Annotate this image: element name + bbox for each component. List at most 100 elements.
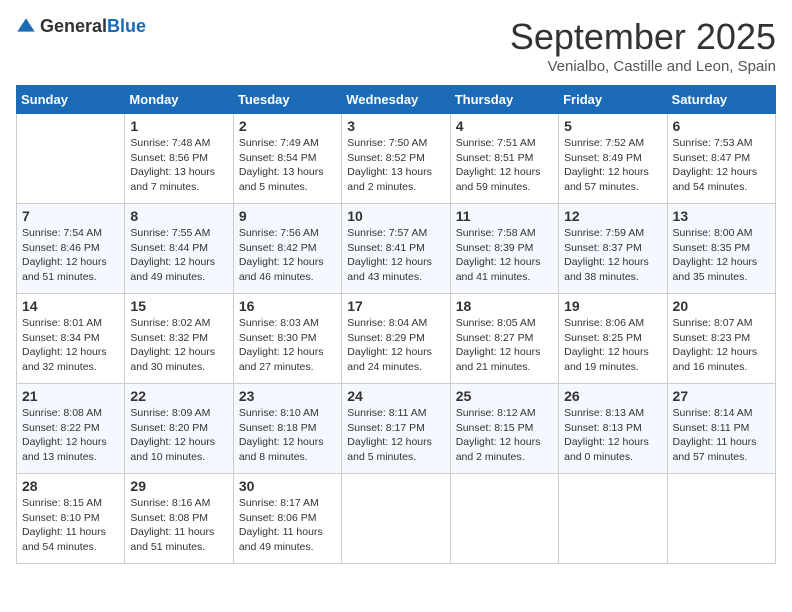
calendar-day-cell: 16 Sunrise: 8:03 AM Sunset: 8:30 PM Dayli…	[233, 294, 341, 384]
logo-icon	[16, 17, 36, 37]
calendar-week-row: 1Sunrise: 7:48 AM Sunset: 8:56 PM Daylig…	[17, 114, 776, 204]
calendar-header-cell: Wednesday	[342, 86, 450, 114]
day-info: Sunrise: 7:58 AM Sunset: 8:39 PM Dayligh…	[456, 226, 553, 285]
calendar-day-cell: 13Sunrise: 8:00 AM Sunset: 8:35 PM Dayli…	[667, 204, 775, 294]
calendar-day-cell: 9 Sunrise: 7:56 AM Sunset: 8:42 PM Daylig…	[233, 204, 341, 294]
calendar-header-cell: Thursday	[450, 86, 558, 114]
day-number: 22	[130, 388, 227, 404]
day-number: 19	[564, 298, 661, 314]
calendar-day-cell: 26 Sunrise: 8:13 AM Sunset: 8:13 PM Dayli…	[559, 384, 667, 474]
calendar-day-cell: 24Sunrise: 8:11 AM Sunset: 8:17 PM Dayli…	[342, 384, 450, 474]
calendar-header-cell: Sunday	[17, 86, 125, 114]
header: GeneralBlue September 2025 Venialbo, Cas…	[16, 16, 776, 75]
calendar-day-cell: 28Sunrise: 8:15 AM Sunset: 8:10 PM Dayli…	[17, 474, 125, 564]
day-number: 18	[456, 298, 553, 314]
day-info: Sunrise: 8:17 AM Sunset: 8:06 PM Dayligh…	[239, 496, 336, 555]
calendar-week-row: 28Sunrise: 8:15 AM Sunset: 8:10 PM Dayli…	[17, 474, 776, 564]
day-info: Sunrise: 7:49 AM Sunset: 8:54 PM Dayligh…	[239, 136, 336, 195]
calendar-day-cell: 22 Sunrise: 8:09 AM Sunset: 8:20 PM Dayli…	[125, 384, 233, 474]
day-number: 30	[239, 478, 336, 494]
calendar-day-cell: 25 Sunrise: 8:12 AM Sunset: 8:15 PM Dayli…	[450, 384, 558, 474]
day-number: 20	[673, 298, 770, 314]
day-info: Sunrise: 8:16 AM Sunset: 8:08 PM Dayligh…	[130, 496, 227, 555]
day-number: 17	[347, 298, 444, 314]
calendar-day-cell: 27Sunrise: 8:14 AM Sunset: 8:11 PM Dayli…	[667, 384, 775, 474]
day-info: Sunrise: 7:50 AM Sunset: 8:52 PM Dayligh…	[347, 136, 444, 195]
calendar-day-cell: 17 Sunrise: 8:04 AM Sunset: 8:29 PM Dayli…	[342, 294, 450, 384]
day-number: 23	[239, 388, 336, 404]
calendar-day-cell: 4 Sunrise: 7:51 AM Sunset: 8:51 PM Daylig…	[450, 114, 558, 204]
day-info: Sunrise: 8:09 AM Sunset: 8:20 PM Dayligh…	[130, 406, 227, 465]
calendar-day-cell	[559, 474, 667, 564]
calendar-header-row: SundayMondayTuesdayWednesdayThursdayFrid…	[17, 86, 776, 114]
day-info: Sunrise: 8:13 AM Sunset: 8:13 PM Dayligh…	[564, 406, 661, 465]
day-number: 7	[22, 208, 119, 224]
calendar-day-cell: 18 Sunrise: 8:05 AM Sunset: 8:27 PM Dayli…	[450, 294, 558, 384]
calendar-day-cell: 6Sunrise: 7:53 AM Sunset: 8:47 PM Daylig…	[667, 114, 775, 204]
day-number: 28	[22, 478, 119, 494]
logo-text-general: General	[40, 16, 107, 36]
day-info: Sunrise: 7:52 AM Sunset: 8:49 PM Dayligh…	[564, 136, 661, 195]
day-number: 14	[22, 298, 119, 314]
day-number: 16	[239, 298, 336, 314]
location-title: Venialbo, Castille and Leon, Spain	[510, 58, 776, 75]
day-info: Sunrise: 8:14 AM Sunset: 8:11 PM Dayligh…	[673, 406, 770, 465]
calendar-week-row: 21 Sunrise: 8:08 AM Sunset: 8:22 PM Dayli…	[17, 384, 776, 474]
day-number: 3	[347, 118, 444, 134]
calendar-day-cell: 12Sunrise: 7:59 AM Sunset: 8:37 PM Dayli…	[559, 204, 667, 294]
calendar-day-cell: 15Sunrise: 8:02 AM Sunset: 8:32 PM Dayli…	[125, 294, 233, 384]
calendar-day-cell: 5 Sunrise: 7:52 AM Sunset: 8:49 PM Daylig…	[559, 114, 667, 204]
day-info: Sunrise: 8:04 AM Sunset: 8:29 PM Dayligh…	[347, 316, 444, 375]
day-number: 8	[130, 208, 227, 224]
calendar-day-cell	[667, 474, 775, 564]
day-number: 24	[347, 388, 444, 404]
day-info: Sunrise: 7:55 AM Sunset: 8:44 PM Dayligh…	[130, 226, 227, 285]
calendar-day-cell: 10 Sunrise: 7:57 AM Sunset: 8:41 PM Dayli…	[342, 204, 450, 294]
day-number: 4	[456, 118, 553, 134]
calendar-day-cell	[17, 114, 125, 204]
day-number: 9	[239, 208, 336, 224]
day-number: 21	[22, 388, 119, 404]
calendar-week-row: 14 Sunrise: 8:01 AM Sunset: 8:34 PM Dayli…	[17, 294, 776, 384]
calendar-day-cell: 20 Sunrise: 8:07 AM Sunset: 8:23 PM Dayli…	[667, 294, 775, 384]
day-info: Sunrise: 7:56 AM Sunset: 8:42 PM Dayligh…	[239, 226, 336, 285]
day-info: Sunrise: 7:53 AM Sunset: 8:47 PM Dayligh…	[673, 136, 770, 195]
day-info: Sunrise: 8:07 AM Sunset: 8:23 PM Dayligh…	[673, 316, 770, 375]
calendar-week-row: 7 Sunrise: 7:54 AM Sunset: 8:46 PM Daylig…	[17, 204, 776, 294]
calendar-day-cell: 14 Sunrise: 8:01 AM Sunset: 8:34 PM Dayli…	[17, 294, 125, 384]
day-info: Sunrise: 8:01 AM Sunset: 8:34 PM Dayligh…	[22, 316, 119, 375]
day-number: 13	[673, 208, 770, 224]
calendar-day-cell: 1Sunrise: 7:48 AM Sunset: 8:56 PM Daylig…	[125, 114, 233, 204]
calendar-day-cell: 8 Sunrise: 7:55 AM Sunset: 8:44 PM Daylig…	[125, 204, 233, 294]
calendar-day-cell: 19Sunrise: 8:06 AM Sunset: 8:25 PM Dayli…	[559, 294, 667, 384]
calendar-table: SundayMondayTuesdayWednesdayThursdayFrid…	[16, 85, 776, 564]
day-number: 26	[564, 388, 661, 404]
calendar-day-cell: 30 Sunrise: 8:17 AM Sunset: 8:06 PM Dayli…	[233, 474, 341, 564]
calendar-day-cell: 7 Sunrise: 7:54 AM Sunset: 8:46 PM Daylig…	[17, 204, 125, 294]
day-info: Sunrise: 8:03 AM Sunset: 8:30 PM Dayligh…	[239, 316, 336, 375]
day-info: Sunrise: 8:10 AM Sunset: 8:18 PM Dayligh…	[239, 406, 336, 465]
logo: GeneralBlue	[16, 16, 146, 37]
calendar-day-cell	[342, 474, 450, 564]
day-number: 10	[347, 208, 444, 224]
calendar-header-cell: Tuesday	[233, 86, 341, 114]
day-number: 25	[456, 388, 553, 404]
calendar-day-cell: 21 Sunrise: 8:08 AM Sunset: 8:22 PM Dayli…	[17, 384, 125, 474]
day-info: Sunrise: 8:08 AM Sunset: 8:22 PM Dayligh…	[22, 406, 119, 465]
title-area: September 2025 Venialbo, Castille and Le…	[510, 16, 776, 75]
calendar-day-cell: 2Sunrise: 7:49 AM Sunset: 8:54 PM Daylig…	[233, 114, 341, 204]
day-number: 12	[564, 208, 661, 224]
calendar-day-cell: 11 Sunrise: 7:58 AM Sunset: 8:39 PM Dayli…	[450, 204, 558, 294]
calendar-day-cell: 23 Sunrise: 8:10 AM Sunset: 8:18 PM Dayli…	[233, 384, 341, 474]
day-info: Sunrise: 7:54 AM Sunset: 8:46 PM Dayligh…	[22, 226, 119, 285]
day-info: Sunrise: 7:57 AM Sunset: 8:41 PM Dayligh…	[347, 226, 444, 285]
day-info: Sunrise: 8:12 AM Sunset: 8:15 PM Dayligh…	[456, 406, 553, 465]
calendar-day-cell	[450, 474, 558, 564]
day-number: 1	[130, 118, 227, 134]
day-info: Sunrise: 8:05 AM Sunset: 8:27 PM Dayligh…	[456, 316, 553, 375]
calendar-header-cell: Saturday	[667, 86, 775, 114]
day-number: 15	[130, 298, 227, 314]
day-info: Sunrise: 7:51 AM Sunset: 8:51 PM Dayligh…	[456, 136, 553, 195]
day-number: 5	[564, 118, 661, 134]
day-number: 11	[456, 208, 553, 224]
